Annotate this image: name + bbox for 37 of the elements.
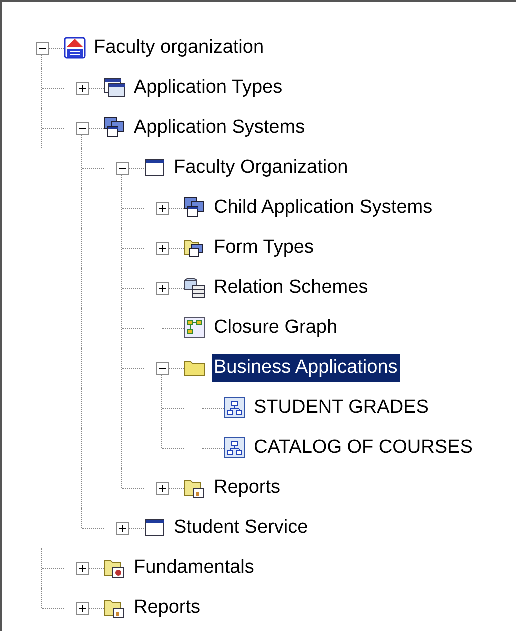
database-table-icon bbox=[184, 277, 206, 299]
tree-toggle[interactable] bbox=[116, 162, 128, 174]
tree-toggle[interactable] bbox=[156, 202, 168, 214]
window-icon bbox=[144, 517, 166, 539]
tree-item[interactable]: Fundamentals bbox=[132, 554, 256, 582]
tree-toggle[interactable] bbox=[76, 602, 88, 614]
diagram-icon bbox=[224, 397, 246, 419]
tree-toggle[interactable] bbox=[36, 42, 48, 54]
window-icon bbox=[144, 157, 166, 179]
overlapping-windows-icon bbox=[184, 197, 206, 219]
tree-item[interactable]: Business Applications bbox=[212, 354, 400, 382]
tree-toggle[interactable] bbox=[76, 82, 88, 94]
tree-item[interactable]: Relation Schemes bbox=[212, 274, 370, 302]
tree-toggle[interactable] bbox=[156, 282, 168, 294]
window-stack-icon bbox=[104, 77, 126, 99]
tree-item[interactable]: Reports bbox=[212, 474, 283, 502]
tree-toggle[interactable] bbox=[116, 522, 128, 534]
tree-item[interactable]: Faculty Organization bbox=[172, 154, 350, 182]
tree-item[interactable]: STUDENT GRADES bbox=[252, 394, 431, 422]
tree-item[interactable]: Application Systems bbox=[132, 114, 308, 142]
tree-item[interactable]: Application Types bbox=[132, 74, 285, 102]
diagram-icon bbox=[224, 437, 246, 459]
tree-item[interactable]: Faculty organization bbox=[92, 34, 266, 62]
tree-item[interactable]: Closure Graph bbox=[212, 314, 340, 342]
overlapping-windows-icon bbox=[104, 117, 126, 139]
tree-toggle[interactable] bbox=[156, 242, 168, 254]
tree-toggle[interactable] bbox=[76, 122, 88, 134]
tree-toggle[interactable] bbox=[156, 482, 168, 494]
tree-item[interactable]: Reports bbox=[132, 594, 203, 622]
tree-toggle[interactable] bbox=[156, 362, 168, 374]
graph-icon bbox=[184, 317, 206, 339]
tree-item[interactable]: CATALOG OF COURSES bbox=[252, 434, 475, 462]
tree-item[interactable]: Form Types bbox=[212, 234, 316, 262]
tree-item[interactable]: Student Service bbox=[172, 514, 310, 542]
tree-toggle[interactable] bbox=[76, 562, 88, 574]
tree-item[interactable]: Child Application Systems bbox=[212, 194, 435, 222]
logo-icon bbox=[64, 37, 86, 59]
